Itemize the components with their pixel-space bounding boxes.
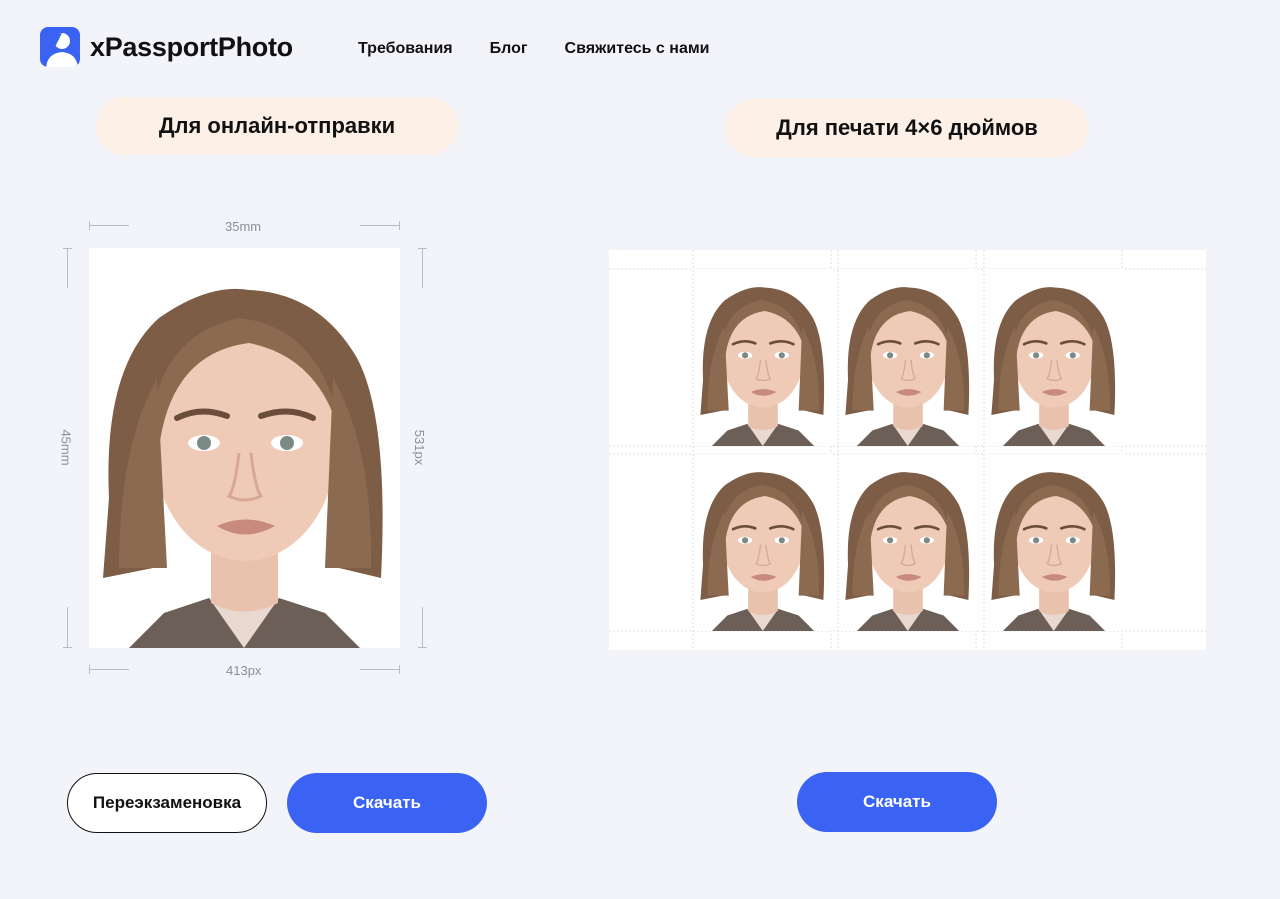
height-mm-label: 45mm xyxy=(58,429,74,466)
download-online-button[interactable]: Скачать xyxy=(287,773,487,833)
portrait-image xyxy=(89,248,400,648)
width-mm-label: 35mm xyxy=(225,219,262,234)
main-nav: Требования Блог Свяжитесь с нами xyxy=(358,40,747,58)
nav-blog[interactable]: Блог xyxy=(490,40,528,58)
nav-requirements[interactable]: Требования xyxy=(358,40,453,58)
width-px-label: 413px xyxy=(226,663,262,678)
logo-person-icon xyxy=(40,27,80,67)
retake-button[interactable]: Переэкзаменовка xyxy=(67,773,267,833)
print-section-title: Для печати 4×6 дюймов xyxy=(726,99,1088,157)
passport-photo xyxy=(89,248,400,648)
print-photo-4 xyxy=(694,454,832,631)
print-photo-3 xyxy=(985,269,1123,446)
print-photo-6 xyxy=(985,454,1123,631)
online-section-title: Для онлайн-отправки xyxy=(96,97,458,155)
height-px-label: 531px xyxy=(412,429,428,466)
print-photo-2 xyxy=(839,269,977,446)
print-photo-1 xyxy=(694,269,832,446)
logo-icon[interactable] xyxy=(40,27,80,67)
print-sheet-preview xyxy=(609,250,1206,650)
site-header: xPassportPhoto xyxy=(40,27,293,67)
brand-name[interactable]: xPassportPhoto xyxy=(90,32,293,63)
download-print-button[interactable]: Скачать xyxy=(797,772,997,832)
print-photo-5 xyxy=(839,454,977,631)
nav-contact[interactable]: Свяжитесь с нами xyxy=(565,40,710,58)
